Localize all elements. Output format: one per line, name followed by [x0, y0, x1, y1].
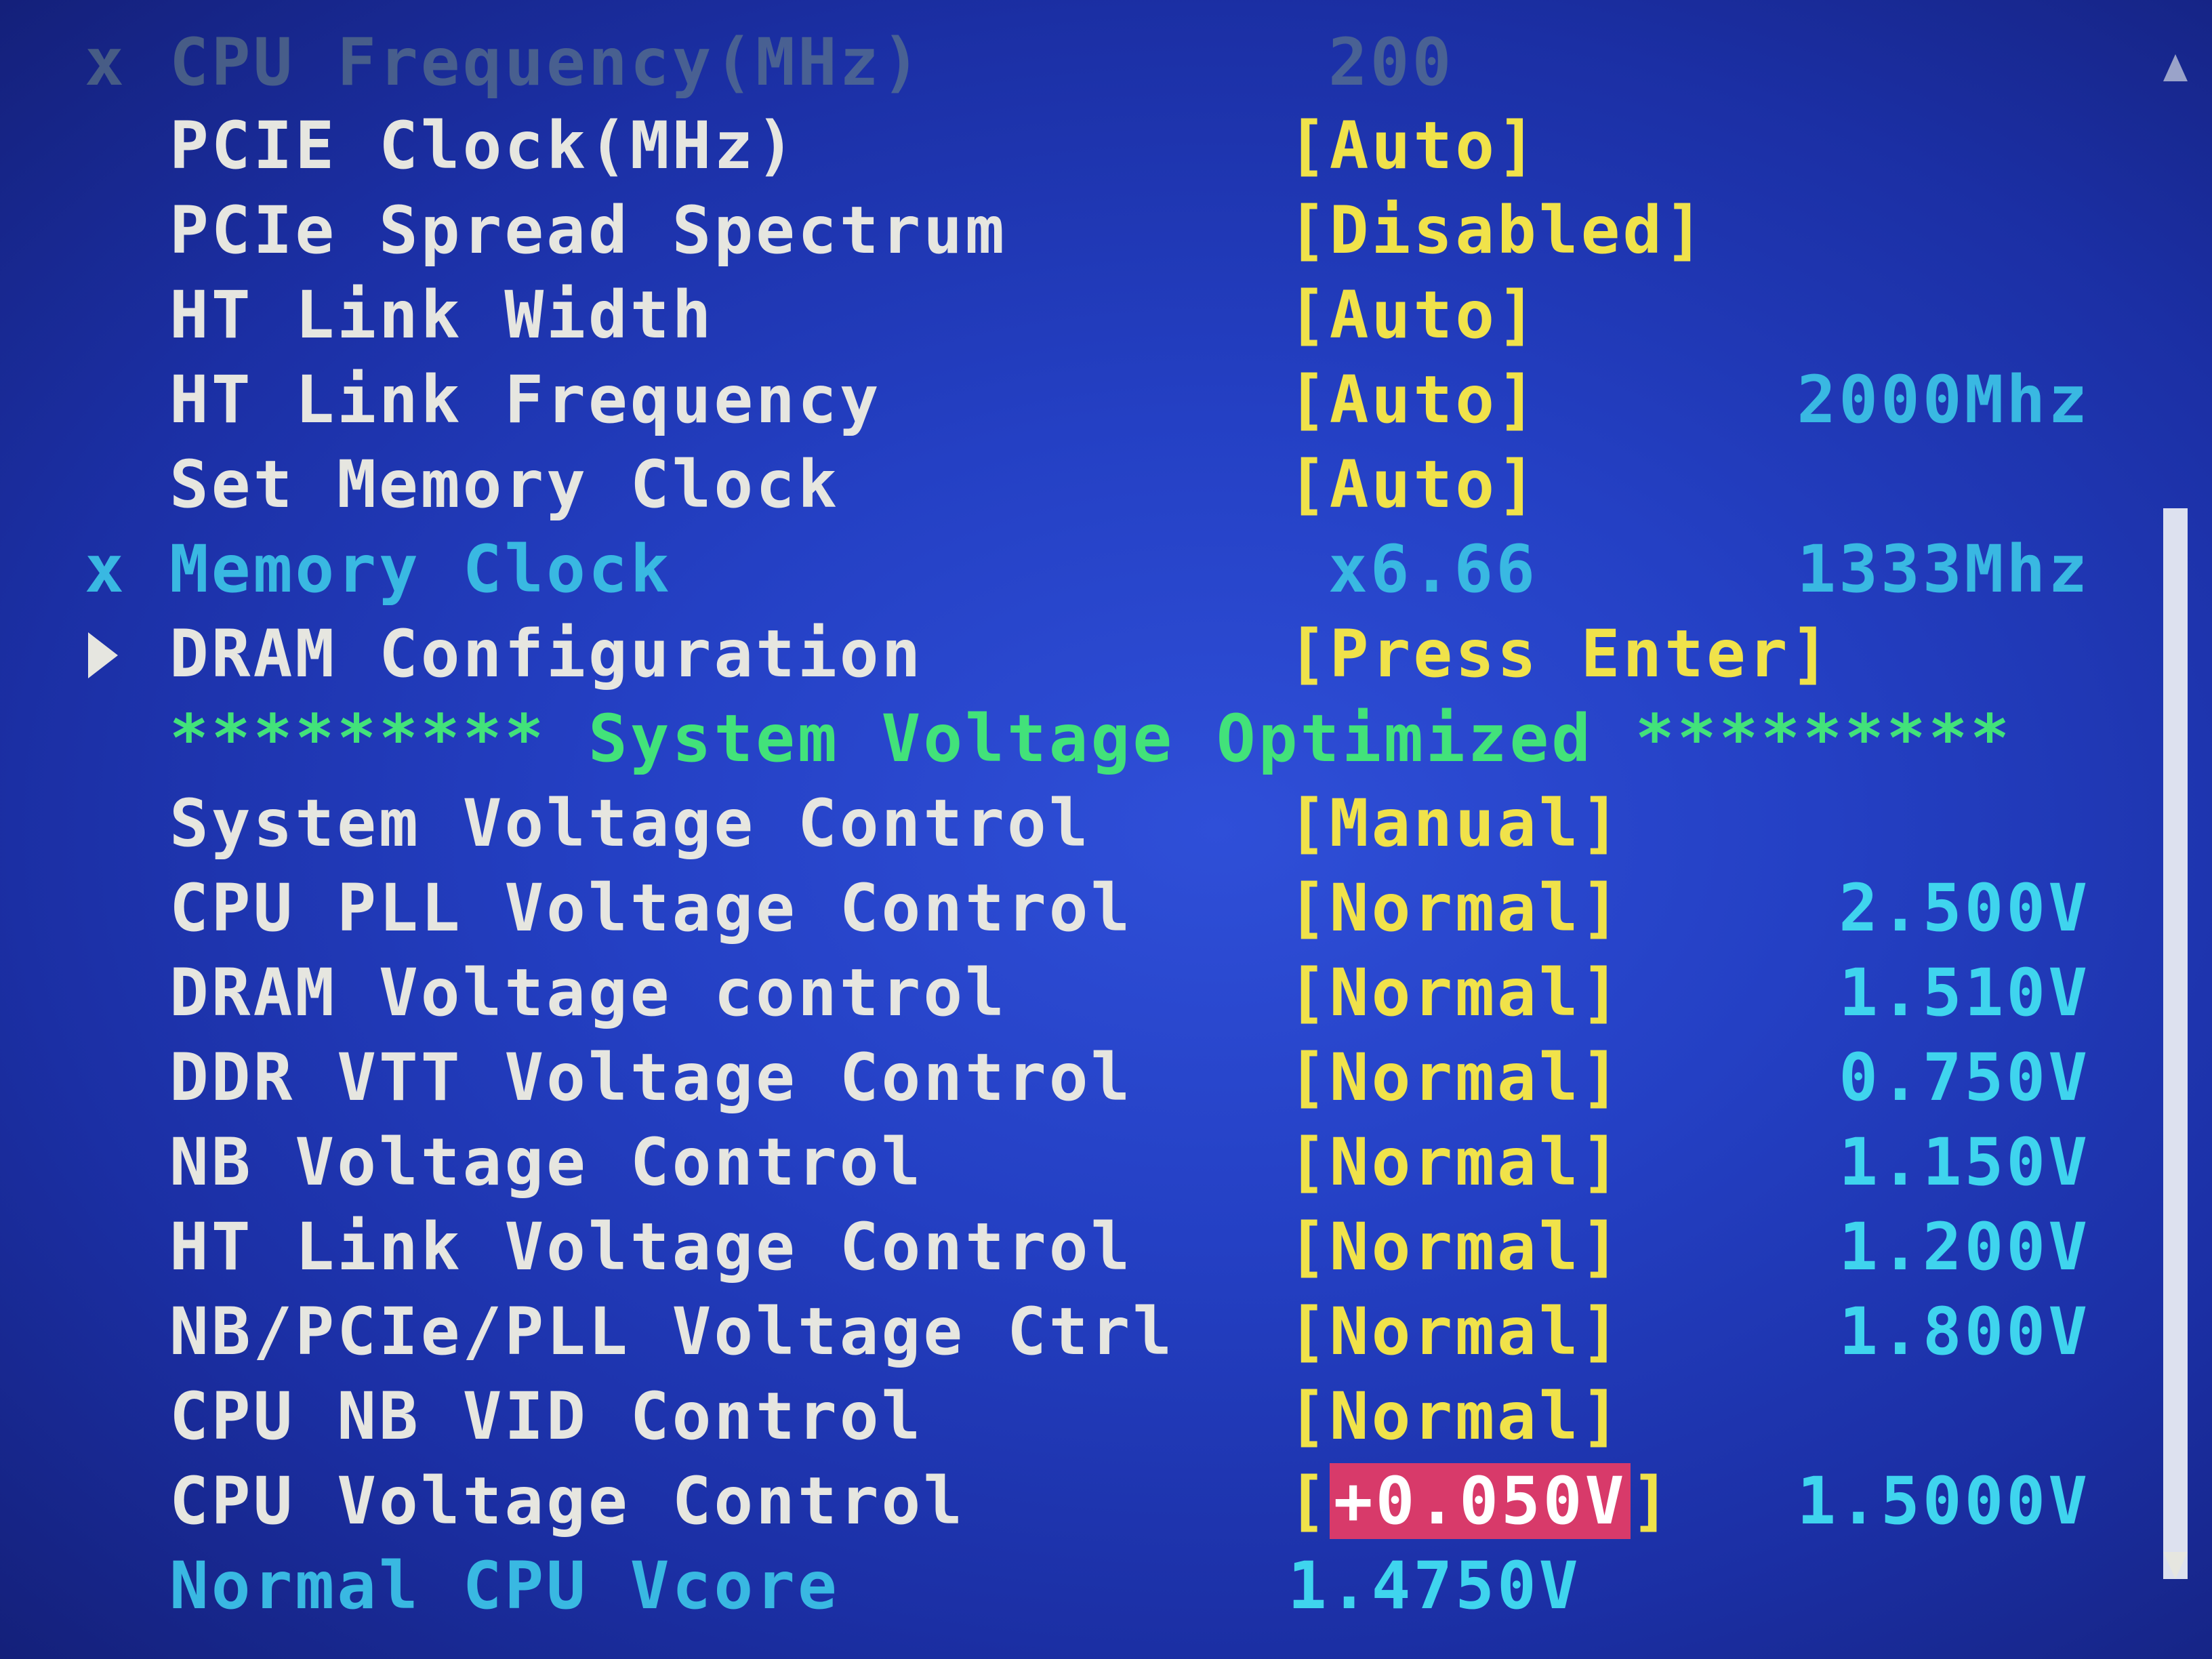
row-label: DDR VTT Voltage Control: [169, 1040, 1133, 1115]
row-label: HT Link Width: [169, 277, 714, 353]
row-label: Normal CPU Vcore: [169, 1548, 840, 1624]
row-label: HT Link Frequency: [169, 362, 882, 438]
row-info: 2.500V: [1839, 870, 2090, 946]
menu-row-memory-clock: x Memory Clock x6.66 1333Mhz: [0, 527, 2212, 612]
row-label: DRAM Configuration: [169, 616, 924, 692]
selected-value-highlight[interactable]: +0.050V: [1329, 1463, 1631, 1539]
menu-row-normal-cpu-vcore: Normal CPU Vcore 1.4750V: [0, 1544, 2212, 1629]
scroll-thumb[interactable]: [2163, 508, 2188, 1579]
row-value[interactable]: [Normal]: [1288, 1205, 1622, 1290]
scrollbar[interactable]: [2163, 54, 2188, 1579]
row-value[interactable]: [Manual]: [1288, 781, 1622, 866]
row-info: 1.510V: [1839, 955, 2090, 1031]
row-info: 0.750V: [1839, 1040, 2090, 1115]
menu-row-system-voltage-control[interactable]: System Voltage Control [Manual]: [0, 781, 2212, 866]
row-value[interactable]: [Auto]: [1288, 273, 1539, 358]
scroll-track[interactable]: [2163, 102, 2188, 1579]
menu-row-cpu-frequency: x CPU Frequency(MHz) 200: [0, 20, 2212, 105]
menu-row-cpu-nb-vid-control[interactable]: CPU NB VID Control [Normal]: [0, 1374, 2212, 1459]
row-value: x6.66: [1328, 531, 1538, 607]
scroll-down-arrow-icon[interactable]: [2163, 1552, 2188, 1579]
row-value[interactable]: [Normal]: [1288, 1374, 1622, 1459]
row-value[interactable]: [Auto]: [1288, 104, 1539, 188]
menu-row-cpu-pll-voltage-control[interactable]: CPU PLL Voltage Control [Normal] 2.500V: [0, 866, 2212, 951]
row-label: HT Link Voltage Control: [169, 1209, 1133, 1285]
row-value[interactable]: [Auto]: [1288, 443, 1539, 527]
row-info: 1.5000V: [1797, 1463, 2090, 1539]
bracket-open: [: [1288, 1463, 1330, 1539]
row-label: CPU Frequency(MHz): [169, 24, 924, 100]
menu-row-dram-configuration[interactable]: DRAM Configuration [Press Enter]: [0, 612, 2212, 697]
menu-row-ddr-vtt-voltage-control[interactable]: DDR VTT Voltage Control [Normal] 0.750V: [0, 1036, 2212, 1120]
menu-row-ht-link-frequency[interactable]: HT Link Frequency [Auto] 2000Mhz: [0, 358, 2212, 443]
disabled-marker: x: [85, 24, 127, 100]
row-info: 1.800V: [1839, 1294, 2090, 1370]
bracket-close: ]: [1631, 1463, 1673, 1539]
row-value[interactable]: [Normal]: [1288, 951, 1622, 1036]
row-value-selected[interactable]: [+0.050V]: [1288, 1459, 1673, 1544]
row-value[interactable]: [Normal]: [1288, 1120, 1622, 1205]
row-value[interactable]: [Press Enter]: [1288, 612, 1832, 697]
row-info: 1333Mhz: [1797, 531, 2090, 607]
row-value: 200: [1328, 24, 1454, 100]
menu-row-set-memory-clock[interactable]: Set Memory Clock [Auto]: [0, 443, 2212, 527]
row-label: CPU NB VID Control: [169, 1378, 924, 1454]
row-label: DRAM Voltage control: [169, 955, 1007, 1031]
menu-row-cpu-voltage-control[interactable]: CPU Voltage Control [+0.050V] 1.5000V: [0, 1459, 2212, 1544]
menu-row-pcie-spread-spectrum[interactable]: PCIe Spread Spectrum [Disabled]: [0, 188, 2212, 273]
row-value[interactable]: [Normal]: [1288, 1036, 1622, 1120]
row-label: NB/PCIe/PLL Voltage Ctrl: [169, 1294, 1175, 1370]
row-value: 1.4750V: [1288, 1548, 1581, 1624]
section-heading-row: ********* System Voltage Optimized *****…: [0, 697, 2212, 781]
row-label: System Voltage Control: [169, 785, 1091, 861]
menu-row-dram-voltage-control[interactable]: DRAM Voltage control [Normal] 1.510V: [0, 951, 2212, 1036]
menu-row-nb-pcie-pll-voltage-ctrl[interactable]: NB/PCIe/PLL Voltage Ctrl [Normal] 1.800V: [0, 1290, 2212, 1374]
row-label: CPU Voltage Control: [169, 1463, 966, 1539]
row-value[interactable]: [Disabled]: [1288, 188, 1706, 273]
row-value[interactable]: [Normal]: [1288, 866, 1622, 951]
disabled-marker: x: [85, 531, 127, 607]
row-label: Memory Clock: [169, 531, 672, 607]
section-heading: ********* System Voltage Optimized *****…: [169, 701, 2013, 777]
row-label: CPU PLL Voltage Control: [169, 870, 1133, 946]
menu-row-ht-link-width[interactable]: HT Link Width [Auto]: [0, 273, 2212, 358]
row-info: 1.150V: [1839, 1124, 2090, 1200]
bios-screen: x CPU Frequency(MHz) 200 PCIE Clock(MHz)…: [0, 0, 2212, 1659]
scroll-up-arrow-icon[interactable]: [2163, 54, 2188, 81]
menu-row-ht-link-voltage-control[interactable]: HT Link Voltage Control [Normal] 1.200V: [0, 1205, 2212, 1290]
row-label: PCIe Spread Spectrum: [169, 192, 1007, 268]
row-label: NB Voltage Control: [169, 1124, 924, 1200]
menu-row-nb-voltage-control[interactable]: NB Voltage Control [Normal] 1.150V: [0, 1120, 2212, 1205]
menu-row-pcie-clock[interactable]: PCIE Clock(MHz) [Auto]: [0, 104, 2212, 188]
row-label: Set Memory Clock: [169, 447, 840, 523]
submenu-arrow-icon: [88, 632, 118, 678]
row-info: 1.200V: [1839, 1209, 2090, 1285]
row-label: PCIE Clock(MHz): [169, 108, 798, 184]
row-info: 2000Mhz: [1797, 362, 2090, 438]
row-value[interactable]: [Auto]: [1288, 358, 1539, 443]
row-value[interactable]: [Normal]: [1288, 1290, 1622, 1374]
